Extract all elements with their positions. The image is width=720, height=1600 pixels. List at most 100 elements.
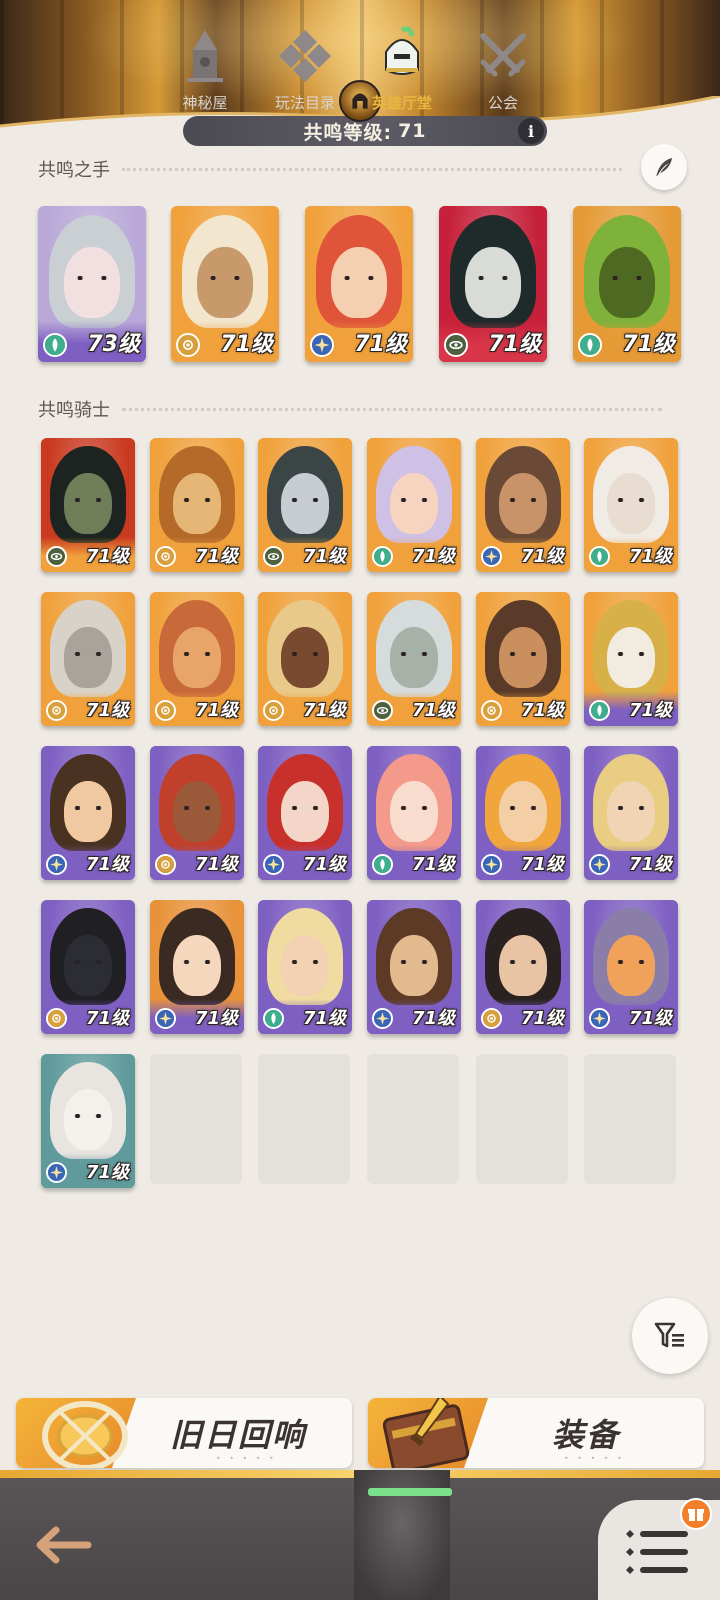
edit-button[interactable] xyxy=(641,144,687,190)
hero-card[interactable]: 71级 xyxy=(367,438,461,572)
faction-celestial-icon xyxy=(263,854,284,875)
echoes-label: 旧日回响 xyxy=(170,1416,307,1454)
hero-level: 71级 xyxy=(520,854,564,875)
hero-level: 71级 xyxy=(628,854,672,875)
decor-dots: • • • • • xyxy=(564,1454,625,1463)
chest-icon xyxy=(382,1398,470,1468)
hero-level: 71级 xyxy=(302,1008,346,1029)
faction-lightbearer-icon xyxy=(481,1008,502,1029)
empty-hero-slot xyxy=(476,1054,568,1184)
hero-level: 71级 xyxy=(628,546,672,567)
hero-card[interactable]: 71级 xyxy=(258,900,352,1034)
hero-card[interactable]: 71级 xyxy=(150,592,244,726)
hero-card[interactable]: 71级 xyxy=(439,206,547,362)
hero-level: 71级 xyxy=(194,854,238,875)
hero-card[interactable]: 71级 xyxy=(150,438,244,572)
hero-card[interactable]: 71级 xyxy=(584,438,678,572)
diamond-grid-icon xyxy=(279,30,331,82)
nav-label: 玩法目录 xyxy=(274,94,335,112)
hero-card[interactable]: 71级 xyxy=(476,900,570,1034)
faction-celestial-icon xyxy=(310,333,334,357)
hero-level: 71级 xyxy=(220,332,273,357)
hero-level: 71级 xyxy=(302,854,346,875)
faction-celestial-icon xyxy=(46,854,67,875)
hero-card[interactable]: 71级 xyxy=(258,746,352,880)
hero-card[interactable]: 71级 xyxy=(150,746,244,880)
equipment-button[interactable]: 装备 • • • • • xyxy=(368,1398,704,1468)
hero-card[interactable]: 71级 xyxy=(41,900,135,1034)
hero-level: 71级 xyxy=(85,700,129,721)
hero-card[interactable]: 71级 xyxy=(41,438,135,572)
faction-lightbearer-icon xyxy=(155,700,176,721)
hero-card[interactable]: 71级 xyxy=(476,592,570,726)
empty-hero-slot xyxy=(150,1054,242,1184)
hero-card[interactable]: 71级 xyxy=(476,746,570,880)
hero-level: 71级 xyxy=(85,1162,129,1183)
hero-level: 71级 xyxy=(520,700,564,721)
resonance-knights-title: 共鸣骑士 xyxy=(38,400,110,421)
hero-level: 71级 xyxy=(520,546,564,567)
hero-card[interactable]: 71级 xyxy=(258,438,352,572)
echoes-button[interactable]: 旧日回响 • • • • • xyxy=(16,1398,352,1468)
nav-label: 英雄厅堂 xyxy=(371,94,432,112)
hero-level: 71级 xyxy=(302,700,346,721)
hero-card[interactable]: 71级 xyxy=(41,1054,135,1188)
hero-card[interactable]: 71级 xyxy=(573,206,681,362)
hero-card[interactable]: 71级 xyxy=(367,746,461,880)
decor-dots: • • • • • xyxy=(216,1454,277,1463)
hero-card[interactable]: 71级 xyxy=(584,746,678,880)
divider xyxy=(122,407,662,411)
faction-lightbearer-icon xyxy=(46,1008,67,1029)
hero-level: 71级 xyxy=(85,854,129,875)
hero-card[interactable]: 71级 xyxy=(367,592,461,726)
resonance-hand-header: 共鸣之手 xyxy=(38,156,622,182)
hero-level: 71级 xyxy=(85,546,129,567)
hero-card[interactable]: 71级 xyxy=(305,206,413,362)
nav-label: 公会 xyxy=(487,94,518,112)
divider xyxy=(122,167,622,171)
hero-level: 71级 xyxy=(194,1008,238,1029)
resonance-hand-title: 共鸣之手 xyxy=(38,160,110,181)
hero-level: 73级 xyxy=(87,332,140,357)
quill-icon xyxy=(656,158,672,176)
nav-item-mystery-house[interactable]: 神秘屋 xyxy=(155,20,255,130)
back-arrow-icon[interactable] xyxy=(28,1520,98,1570)
filter-button[interactable] xyxy=(632,1298,708,1374)
faction-graveborn-icon xyxy=(444,333,468,357)
hero-level: 71级 xyxy=(411,854,455,875)
hero-card[interactable]: 71级 xyxy=(584,592,678,726)
hero-card[interactable]: 71级 xyxy=(171,206,279,362)
faction-celestial-icon xyxy=(589,854,610,875)
hero-card[interactable]: 71级 xyxy=(41,746,135,880)
faction-celestial-icon xyxy=(481,854,502,875)
hero-level: 71级 xyxy=(354,332,407,357)
faction-lightbearer-icon xyxy=(46,700,67,721)
nav-item-game-modes[interactable]: 玩法目录 xyxy=(255,20,355,130)
lantern-icon xyxy=(42,1401,128,1468)
gift-icon[interactable] xyxy=(680,1498,712,1530)
filter-icon xyxy=(654,1322,684,1348)
empty-hero-slot xyxy=(367,1054,459,1184)
faction-lightbearer-icon xyxy=(155,854,176,875)
hero-level: 71级 xyxy=(628,1008,672,1029)
faction-lightbearer-icon xyxy=(481,700,502,721)
nav-active-indicator xyxy=(368,1488,452,1496)
hero-card[interactable]: 71级 xyxy=(258,592,352,726)
faction-graveborn-icon xyxy=(372,700,393,721)
empty-hero-slot xyxy=(258,1054,350,1184)
hero-card[interactable]: 71级 xyxy=(150,900,244,1034)
faction-celestial-icon xyxy=(155,1008,176,1029)
hero-level: 71级 xyxy=(85,1008,129,1029)
hero-card[interactable]: 71级 xyxy=(367,900,461,1034)
hero-card[interactable]: 71级 xyxy=(41,592,135,726)
crossed-swords-icon xyxy=(480,33,526,77)
faction-lightbearer-icon xyxy=(155,546,176,567)
hero-card[interactable]: 71级 xyxy=(584,900,678,1034)
menu-list-icon xyxy=(626,1530,688,1574)
nav-item-hero-hall[interactable]: 英雄厅堂 xyxy=(352,20,452,130)
hero-level: 71级 xyxy=(488,332,541,357)
hero-card[interactable]: 73级 xyxy=(38,206,146,362)
hero-level: 71级 xyxy=(194,546,238,567)
hero-card[interactable]: 71级 xyxy=(476,438,570,572)
nav-item-guild[interactable]: 公会 xyxy=(453,20,553,130)
